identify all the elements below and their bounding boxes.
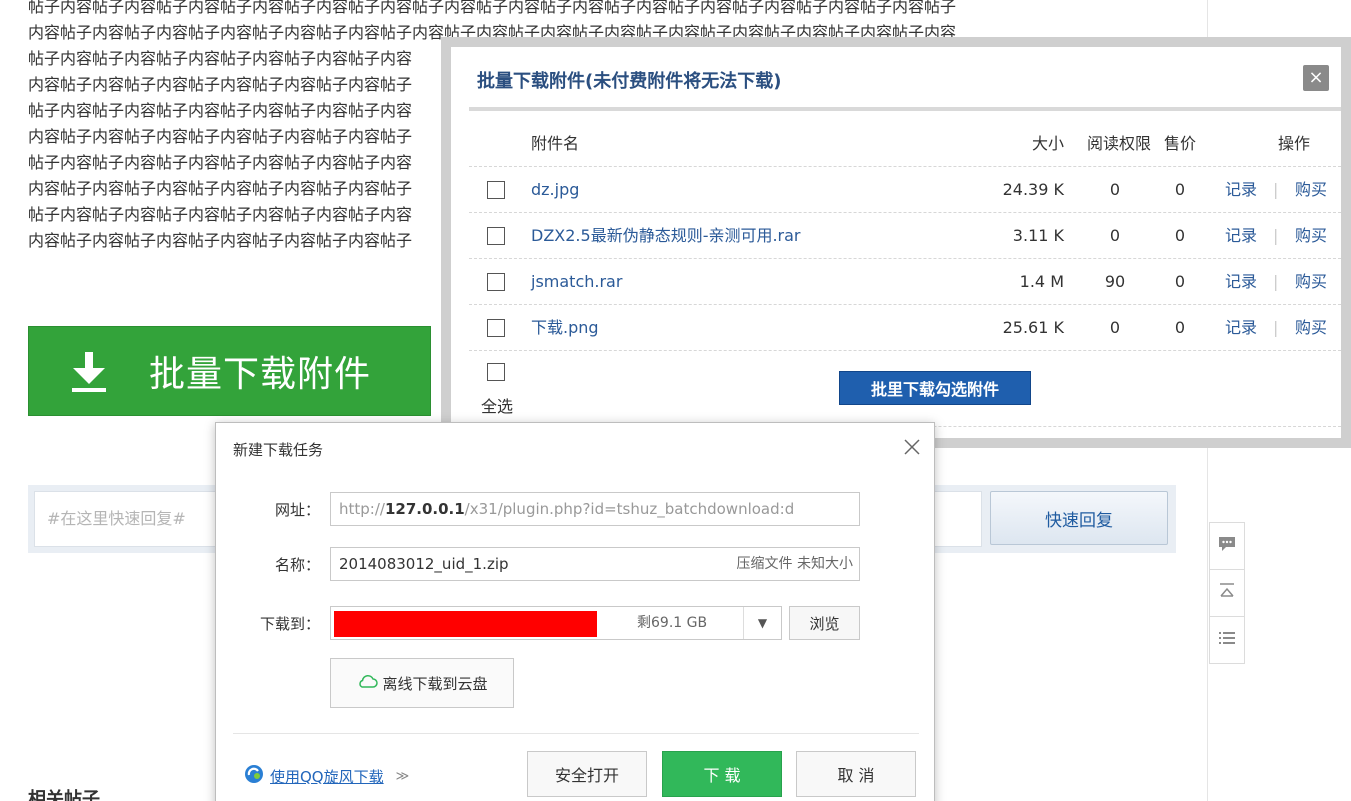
row-checkbox[interactable] <box>487 181 505 199</box>
header-permission: 阅读权限 <box>1087 134 1152 153</box>
back-to-top-icon <box>1217 581 1237 605</box>
comment-tool[interactable] <box>1209 522 1245 569</box>
attachment-size: 25.61 K <box>1002 318 1064 337</box>
name-label: 名称： <box>274 556 320 574</box>
attachment-link[interactable]: DZX2.5最新伪静态规则-亲测可用.rar <box>531 213 801 259</box>
buy-link[interactable]: 购买 <box>1295 259 1327 305</box>
header-name: 附件名 <box>531 134 580 153</box>
new-download-task-dialog: 新建下载任务 网址： http://127.0.0.1/x31/plugin.p… <box>215 422 935 801</box>
url-label: 网址： <box>274 501 320 519</box>
batch-download-dialog: 批量下载附件(未付费附件将无法下载) × 附件名 大小 阅读权限 售价 操作 d… <box>441 37 1351 448</box>
comment-icon <box>1217 534 1237 558</box>
table-footer: 全选 批里下载勾选附件 <box>469 351 1341 427</box>
divider <box>233 733 919 734</box>
attachment-size: 1.4 M <box>1019 272 1064 291</box>
offline-cloud-download-button[interactable]: 离线下载到云盘 <box>330 658 514 708</box>
table-row: 下载.png 25.61 K 0 0 记录 | 购买 <box>469 305 1341 351</box>
url-prefix: http:// <box>339 500 385 518</box>
save-path-field[interactable]: 剩69.1 GB ▼ <box>330 606 782 640</box>
table-row: dz.jpg 24.39 K 0 0 记录 | 购买 <box>469 167 1341 213</box>
attachment-permission: 0 <box>1109 180 1121 199</box>
header-action: 操作 <box>1277 134 1310 153</box>
row-checkbox[interactable] <box>487 273 505 291</box>
qq-xuanfeng-icon <box>244 764 264 788</box>
download-button[interactable]: 下 载 <box>662 751 782 797</box>
attachment-permission: 90 <box>1104 272 1126 291</box>
attachment-price: 0 <box>1174 272 1186 291</box>
link-separator: | <box>1273 226 1279 245</box>
log-link[interactable]: 记录 <box>1225 305 1257 351</box>
cancel-button[interactable]: 取 消 <box>796 751 916 797</box>
download-arrow-icon <box>29 327 149 415</box>
post-line: 帖子内容帖子内容帖子内容帖子内容帖子内容帖子内容帖子内容帖子内容帖子内容帖子内容… <box>28 0 957 16</box>
row-checkbox[interactable] <box>487 227 505 245</box>
batch-dialog-title: 批量下载附件(未付费附件将无法下载) <box>477 71 782 92</box>
row-checkbox[interactable] <box>487 319 505 337</box>
download-selected-button[interactable]: 批里下载勾选附件 <box>839 371 1031 405</box>
link-separator: | <box>1273 318 1279 337</box>
header-size: 大小 <box>1031 134 1064 153</box>
chevron-down-icon[interactable]: ▼ <box>743 607 781 639</box>
attachment-price: 0 <box>1174 318 1186 337</box>
attachment-link[interactable]: jsmatch.rar <box>531 259 622 305</box>
cloud-download-label: 离线下载到云盘 <box>382 674 488 693</box>
batch-download-label: 批量下载附件 <box>149 354 372 395</box>
link-separator: | <box>1273 272 1279 291</box>
expand-chevron-icon[interactable]: ≫ <box>396 769 410 784</box>
safe-open-button[interactable]: 安全打开 <box>527 751 647 797</box>
back-to-top-tool[interactable] <box>1209 569 1245 616</box>
related-posts-title: 相关帖子 <box>28 789 100 801</box>
table-row: jsmatch.rar 1.4 M 90 0 记录 | 购买 <box>469 259 1341 305</box>
close-icon[interactable]: × <box>1303 65 1329 91</box>
divider <box>469 107 1341 111</box>
list-tool[interactable] <box>1209 616 1245 664</box>
log-link[interactable]: 记录 <box>1225 213 1257 259</box>
qq-xuanfeng-download-link[interactable]: 使用QQ旋风下载 ≫ <box>244 764 409 788</box>
batch-dialog-body: 批量下载附件(未付费附件将无法下载) × 附件名 大小 阅读权限 售价 操作 d… <box>451 47 1341 438</box>
file-meta: 压缩文件 未知大小 <box>736 556 853 572</box>
save-path-label: 下载到： <box>259 615 320 633</box>
task-dialog-title: 新建下载任务 <box>233 441 324 459</box>
filename-field[interactable]: 2014083012_uid_1.zip 压缩文件 未知大小 <box>330 547 860 581</box>
select-all-label: 全选 <box>481 397 514 416</box>
cloud-icon <box>356 673 379 693</box>
url-field[interactable]: http://127.0.0.1/x31/plugin.php?id=tshuz… <box>330 492 860 526</box>
filename-value: 2014083012_uid_1.zip <box>339 555 509 573</box>
buy-link[interactable]: 购买 <box>1295 213 1327 259</box>
free-space: 剩69.1 GB <box>637 615 708 631</box>
attachment-table: 附件名 大小 阅读权限 售价 操作 dz.jpg 24.39 K 0 0 记录 … <box>469 121 1341 427</box>
log-link[interactable]: 记录 <box>1225 259 1257 305</box>
table-row: DZX2.5最新伪静态规则-亲测可用.rar 3.11 K 0 0 记录 | 购… <box>469 213 1341 259</box>
close-icon[interactable] <box>900 435 924 459</box>
attachment-size: 24.39 K <box>1002 180 1064 199</box>
side-toolbar <box>1209 522 1245 664</box>
buy-link[interactable]: 购买 <box>1295 305 1327 351</box>
url-rest: /x31/plugin.php?id=tshuz_batchdownload:d <box>464 500 795 518</box>
log-link[interactable]: 记录 <box>1225 167 1257 213</box>
browse-button[interactable]: 浏览 <box>789 606 860 640</box>
attachment-permission: 0 <box>1109 318 1121 337</box>
attachment-link[interactable]: dz.jpg <box>531 167 579 213</box>
qq-xuanfeng-label[interactable]: 使用QQ旋风下载 <box>270 766 384 787</box>
attachment-link[interactable]: 下载.png <box>531 305 599 351</box>
attachment-price: 0 <box>1174 180 1186 199</box>
attachment-permission: 0 <box>1109 226 1121 245</box>
link-separator: | <box>1273 180 1279 199</box>
attachment-price: 0 <box>1174 226 1186 245</box>
quick-reply-button[interactable]: 快速回复 <box>990 491 1168 545</box>
select-all-checkbox[interactable] <box>487 363 505 381</box>
attachment-size: 3.11 K <box>1012 226 1064 245</box>
url-host: 127.0.0.1 <box>384 500 465 518</box>
batch-download-button[interactable]: 批量下载附件 <box>28 326 431 416</box>
header-price: 售价 <box>1163 134 1196 153</box>
list-icon <box>1217 628 1237 652</box>
buy-link[interactable]: 购买 <box>1295 167 1327 213</box>
redacted-path <box>334 611 597 637</box>
table-header: 附件名 大小 阅读权限 售价 操作 <box>469 121 1341 167</box>
